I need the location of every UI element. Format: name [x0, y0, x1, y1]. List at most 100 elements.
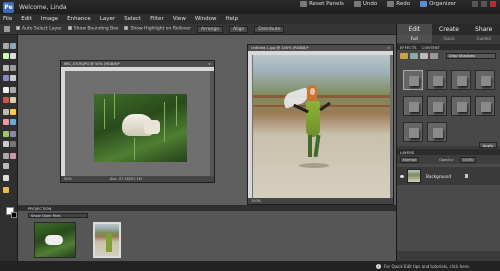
effect-thumbnail[interactable]	[427, 122, 447, 142]
project-bin: Show Open Files	[18, 211, 396, 261]
content-label[interactable]: CONTENT	[422, 45, 440, 50]
smart-brush-icon[interactable]	[3, 131, 9, 137]
menu-image[interactable]: Image	[41, 16, 58, 22]
minimize-icon[interactable]	[472, 1, 478, 7]
layer-row-background[interactable]: Background	[397, 167, 500, 185]
effect-thumbnail[interactable]	[403, 122, 423, 142]
maximize-icon[interactable]	[481, 1, 487, 7]
reset-panels-button[interactable]: Reset Panels	[300, 1, 344, 7]
clone-stamp-icon[interactable]	[3, 109, 9, 115]
canvas-image[interactable]	[253, 55, 390, 200]
close-document-icon[interactable]: ×	[208, 62, 211, 66]
cookie-cutter-icon[interactable]	[3, 187, 9, 193]
effect-thumbnail[interactable]	[475, 96, 495, 116]
vertical-scrollbar[interactable]	[210, 71, 214, 176]
effect-thumbnail[interactable]	[427, 70, 447, 90]
effect-thumbnail[interactable]	[403, 70, 423, 90]
auto-select-checkbox[interactable]: Auto Select Layer	[16, 26, 62, 32]
menu-select[interactable]: Select	[124, 16, 141, 22]
tool-options-bar: Auto Select Layer Show Bounding Box Show…	[0, 24, 396, 35]
lasso-tool-icon[interactable]	[10, 65, 16, 71]
effect-thumbnail[interactable]	[451, 70, 471, 90]
align-dropdown[interactable]: Align	[229, 25, 249, 33]
marquee-tool-icon[interactable]	[3, 65, 9, 71]
magic-wand-icon[interactable]	[3, 75, 9, 81]
pencil-tool-icon[interactable]	[10, 109, 16, 115]
close-icon[interactable]	[490, 1, 496, 7]
eyedropper-icon[interactable]	[10, 53, 16, 59]
sponge-tool-icon[interactable]	[10, 153, 16, 159]
project-bin-dropdown[interactable]: Show Open Files	[28, 213, 88, 218]
apply-button[interactable]: Apply	[479, 142, 497, 148]
tab-quick[interactable]: Quick	[431, 35, 467, 43]
bin-thumbnail-fairy[interactable]	[93, 222, 121, 258]
photo-effects-icon[interactable]	[420, 53, 428, 59]
welcome-text: Welcome, Linda	[19, 3, 67, 11]
hand-tool-icon[interactable]	[3, 53, 9, 59]
move-tool-icon	[4, 26, 10, 32]
opacity-field[interactable]: 100%	[459, 156, 477, 163]
blend-mode-dropdown[interactable]: Normal	[400, 156, 420, 163]
quick-edit-tip-link[interactable]: For Quick Edit tips and tutorials, click…	[384, 264, 470, 269]
effect-thumbnail[interactable]	[403, 96, 423, 116]
menu-file[interactable]: File	[3, 16, 12, 22]
status-bar: i For Quick Edit tips and tutorials, cli…	[0, 261, 500, 271]
effect-thumbnail[interactable]	[427, 96, 447, 116]
layer-styles-icon[interactable]	[410, 53, 418, 59]
horizontal-ruler	[65, 67, 214, 71]
tab-guided[interactable]: Guided	[466, 35, 500, 43]
redo-icon	[387, 1, 395, 7]
zoom-level[interactable]: 50%	[64, 177, 72, 181]
tab-full[interactable]: Full	[397, 35, 432, 43]
background-color-swatch[interactable]	[11, 212, 17, 218]
document-window-fairy[interactable]: Untitled-1.jpg @ 100% (RGB/8)* × 100%	[247, 44, 394, 205]
dodge-tool-icon[interactable]	[3, 163, 9, 169]
toolbox	[0, 35, 18, 261]
undo-button[interactable]: Undo	[353, 1, 377, 7]
tab-share[interactable]: Share	[466, 24, 500, 35]
brush-tool-icon[interactable]	[10, 119, 16, 125]
bounding-box-checkbox[interactable]: Show Bounding Box	[67, 26, 118, 32]
close-document-icon[interactable]: ×	[387, 46, 390, 50]
redo-button[interactable]: Redo	[387, 1, 410, 7]
document-window-mushroom[interactable]: IMG_0709.JPG @ 50% (RGB/8)* × 50% Doc: 5…	[60, 60, 215, 183]
menu-bar: File Edit Image Enhance Layer Select Fil…	[0, 14, 500, 24]
move-tool-icon[interactable]	[3, 43, 9, 49]
bin-thumbnail-mushroom[interactable]	[34, 222, 76, 258]
menu-edit[interactable]: Edit	[21, 16, 32, 22]
reset-panels-icon	[300, 1, 308, 7]
menu-filter[interactable]: Filter	[150, 16, 164, 22]
tab-create[interactable]: Create	[431, 24, 467, 35]
canvas-image[interactable]	[94, 94, 187, 162]
document-status-bar: 50% Doc: 57.1M/57.1M	[61, 176, 214, 182]
red-eye-icon[interactable]	[3, 97, 9, 103]
menu-view[interactable]: View	[173, 16, 186, 22]
healing-brush-icon[interactable]	[10, 97, 16, 103]
shape-tool-icon[interactable]	[10, 141, 16, 147]
distribute-dropdown[interactable]: Distribute	[254, 25, 285, 33]
zoom-tool-icon[interactable]	[10, 43, 16, 49]
quick-selection-icon[interactable]	[10, 75, 16, 81]
eraser-tool-icon[interactable]	[3, 119, 9, 125]
menu-enhance[interactable]: Enhance	[67, 16, 91, 22]
highlight-checkbox[interactable]: Show Highlight on Rollover	[124, 26, 191, 32]
menu-layer[interactable]: Layer	[100, 16, 115, 22]
straighten-tool-icon[interactable]	[3, 175, 9, 181]
effect-thumbnail[interactable]	[451, 96, 471, 116]
crop-tool-icon[interactable]	[10, 87, 16, 93]
zoom-level[interactable]: 100%	[251, 199, 261, 203]
effect-thumbnail[interactable]	[475, 70, 495, 90]
blur-tool-icon[interactable]	[3, 153, 9, 159]
arrange-dropdown[interactable]: Arrange	[197, 25, 223, 33]
gradient-tool-icon[interactable]	[3, 141, 9, 147]
menu-help[interactable]: Help	[226, 16, 239, 22]
filters-icon[interactable]	[400, 53, 408, 59]
visibility-eye-icon[interactable]	[400, 174, 404, 178]
organizer-button[interactable]: Organizer	[420, 1, 456, 7]
tab-edit[interactable]: Edit	[397, 24, 432, 35]
paint-bucket-icon[interactable]	[10, 131, 16, 137]
all-effects-icon[interactable]	[430, 53, 438, 59]
effects-category-dropdown[interactable]: Drop Shadows	[446, 53, 496, 59]
type-tool-icon[interactable]	[3, 87, 9, 93]
menu-window[interactable]: Window	[195, 16, 217, 22]
